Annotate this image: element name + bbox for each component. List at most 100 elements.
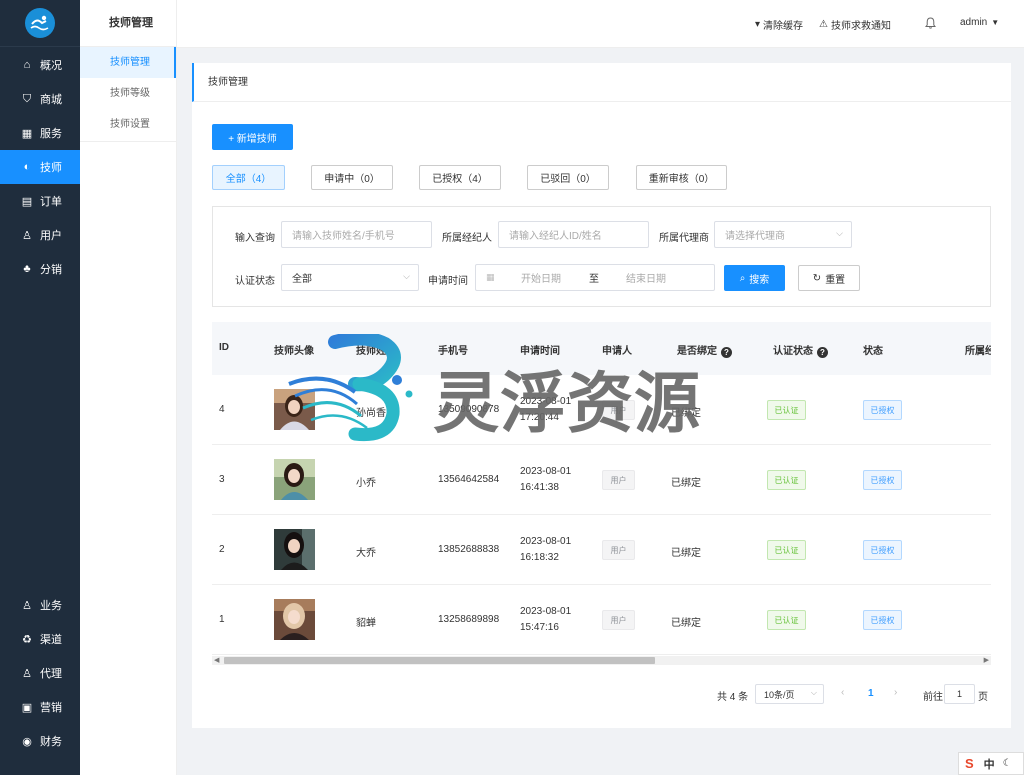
agent-select[interactable]: 请选择代理商 ⌵ bbox=[714, 221, 852, 248]
query-label: 输入查询 bbox=[235, 233, 275, 244]
table-row: 1 貂蝉 13258689898 2023-08-01 15:47:16 用户 … bbox=[212, 585, 991, 655]
page-size-select[interactable]: 10条/页 ⌵ bbox=[755, 684, 824, 704]
technician-icon: ◐ bbox=[23, 161, 31, 173]
status-tag: 已授权 bbox=[863, 610, 902, 630]
scroll-right-arrow-icon[interactable]: ▶ bbox=[984, 656, 989, 664]
start-date-input[interactable]: 开始日期 bbox=[521, 270, 561, 285]
channel-icon: ♻ bbox=[22, 633, 32, 646]
broker-input[interactable]: 请输入经纪人ID/姓名 bbox=[498, 221, 649, 248]
sidebar-item-business[interactable]: ♙ 业务 bbox=[0, 588, 80, 622]
technician-avatar bbox=[274, 459, 315, 500]
clear-cache-button[interactable]: ▾ 清除缓存 bbox=[755, 17, 803, 32]
page-size-value: 10条/页 bbox=[764, 689, 795, 700]
sidebar-item-order[interactable]: ▤ 订单 bbox=[0, 184, 80, 218]
sos-notice-button[interactable]: ⚠ 技师求救通知 bbox=[819, 17, 891, 32]
alarm-icon: ⚠ bbox=[819, 19, 828, 30]
tab-authorized[interactable]: 已授权（4） bbox=[419, 165, 501, 190]
apply-time-label: 申请时间 bbox=[428, 276, 468, 287]
applicant-tag: 用户 bbox=[602, 540, 635, 560]
sidebar-item-finance[interactable]: ◉ 财务 bbox=[0, 724, 80, 758]
col-broker: 所属经纪人 bbox=[965, 346, 991, 357]
sidebar-item-overview[interactable]: ⌂ 概况 bbox=[0, 48, 80, 82]
page-number-current[interactable]: 1 bbox=[868, 688, 874, 699]
end-date-input[interactable]: 结束日期 bbox=[626, 270, 666, 285]
sidebar-item-label: 营销 bbox=[40, 702, 62, 714]
sidebar-item-user[interactable]: ♙ 用户 bbox=[0, 218, 80, 252]
col-avatar: 技师头像 bbox=[274, 346, 314, 357]
sub-menu: 技师管理 技师管理 技师等级 技师设置 bbox=[80, 0, 177, 775]
sidebar-item-marketing[interactable]: ▣ 营销 bbox=[0, 690, 80, 724]
reset-button[interactable]: ↻ 重置 bbox=[798, 265, 860, 291]
col-auth-status-label: 认证状态 bbox=[773, 346, 813, 357]
cell-phone: 13509090878 bbox=[438, 404, 500, 415]
prev-page-icon[interactable]: ‹ bbox=[841, 687, 844, 698]
cell-time: 17:20:44 bbox=[520, 412, 559, 423]
sidebar-item-distribution[interactable]: ♣ 分销 bbox=[0, 252, 80, 286]
status-tag: 已授权 bbox=[863, 400, 902, 420]
tab-all[interactable]: 全部（4） bbox=[212, 165, 285, 190]
moon-icon[interactable]: ☾ bbox=[1003, 758, 1012, 769]
scroll-left-arrow-icon[interactable]: ◀ bbox=[214, 656, 219, 664]
applicant-tag: 用户 bbox=[602, 610, 635, 630]
auth-status-tag: 已认证 bbox=[767, 470, 806, 490]
logo-area bbox=[0, 0, 80, 47]
sidebar-item-label: 订单 bbox=[40, 196, 62, 208]
cell-date: 2023-08-01 bbox=[520, 396, 572, 407]
user-dropdown[interactable]: admin ▼ bbox=[960, 17, 999, 28]
sidebar-item-service[interactable]: ▦ 服务 bbox=[0, 116, 80, 150]
business-icon: ♙ bbox=[22, 599, 32, 612]
cell-date: 2023-08-01 bbox=[520, 536, 572, 547]
question-icon[interactable]: ? bbox=[721, 347, 732, 358]
submenu-item-technician-level[interactable]: 技师等级 bbox=[80, 78, 176, 109]
ime-toolbar[interactable]: S 中 ☾ bbox=[958, 752, 1024, 775]
chevron-down-icon: ⌵ bbox=[810, 688, 817, 697]
ime-mode[interactable]: 中 bbox=[984, 756, 995, 772]
bell-icon[interactable] bbox=[925, 17, 936, 29]
reset-button-label: 重置 bbox=[825, 274, 846, 286]
add-technician-button[interactable]: + 新增技师 bbox=[212, 124, 293, 150]
horizontal-scrollbar[interactable]: ◀ ▶ bbox=[212, 656, 991, 665]
broker-label: 所属经纪人 bbox=[442, 233, 492, 244]
cell-time: 16:18:32 bbox=[520, 552, 559, 563]
question-icon[interactable]: ? bbox=[817, 347, 828, 358]
tab-applying[interactable]: 申请中（0） bbox=[311, 165, 393, 190]
col-name: 技师姓名 bbox=[356, 346, 396, 357]
sogou-logo-icon: S bbox=[965, 756, 974, 771]
cell-bound: 已绑定 bbox=[671, 408, 701, 419]
sidebar-item-technician[interactable]: ◐ 技师 bbox=[0, 150, 80, 184]
col-id: ID bbox=[219, 342, 229, 353]
auth-status-select[interactable]: 全部 ⌵ bbox=[281, 264, 419, 291]
bag-icon: ⛉ bbox=[22, 92, 32, 105]
auth-status-tag: 已认证 bbox=[767, 610, 806, 630]
technician-avatar bbox=[274, 529, 315, 570]
goto-page-input[interactable]: 1 bbox=[944, 684, 975, 704]
table-row: 2 大乔 13852688838 2023-08-01 16:18:32 用户 … bbox=[212, 515, 991, 585]
cell-id: 4 bbox=[219, 404, 225, 415]
sidebar-item-label: 分销 bbox=[40, 264, 62, 276]
sidebar-item-label: 概况 bbox=[40, 60, 62, 72]
search-button[interactable]: ⌕ 搜索 bbox=[724, 265, 785, 291]
search-icon: ⌕ bbox=[739, 272, 746, 284]
sidebar-item-mall[interactable]: ⛉ 商城 bbox=[0, 82, 80, 116]
cell-time: 15:47:16 bbox=[520, 622, 559, 633]
sidebar-nav-top: ⌂ 概况 ⛉ 商城 ▦ 服务 ◐ 技师 ▤ 订单 ♙ 用户 ♣ 分销 bbox=[0, 48, 80, 286]
cell-phone: 13564642584 bbox=[438, 474, 500, 485]
technician-avatar bbox=[274, 599, 315, 640]
sidebar-item-channel[interactable]: ♻ 渠道 bbox=[0, 622, 80, 656]
date-range-picker[interactable]: ▦ 开始日期 至 结束日期 bbox=[475, 264, 715, 291]
next-page-icon[interactable]: › bbox=[894, 687, 897, 698]
scrollbar-thumb[interactable] bbox=[224, 657, 655, 664]
submenu-item-technician-settings[interactable]: 技师设置 bbox=[80, 109, 176, 140]
caret-down-icon: ▼ bbox=[991, 18, 1000, 27]
sidebar-item-agent[interactable]: ♙ 代理 bbox=[0, 656, 80, 690]
cell-bound: 已绑定 bbox=[671, 618, 701, 629]
submenu-item-technician-manage[interactable]: 技师管理 bbox=[80, 47, 176, 78]
tab-rejected[interactable]: 已驳回（0） bbox=[527, 165, 609, 190]
filter-panel: 输入查询 请输入技师姓名/手机号 所属经纪人 请输入经纪人ID/姓名 所属代理商… bbox=[212, 206, 991, 307]
cell-time: 16:41:38 bbox=[520, 482, 559, 493]
tab-reaudit[interactable]: 重新审核（0） bbox=[636, 165, 727, 190]
refresh-icon: ↻ bbox=[812, 272, 822, 284]
sidebar-item-label: 渠道 bbox=[40, 634, 62, 646]
swimmer-logo-icon[interactable] bbox=[25, 8, 55, 38]
query-input[interactable]: 请输入技师姓名/手机号 bbox=[281, 221, 432, 248]
